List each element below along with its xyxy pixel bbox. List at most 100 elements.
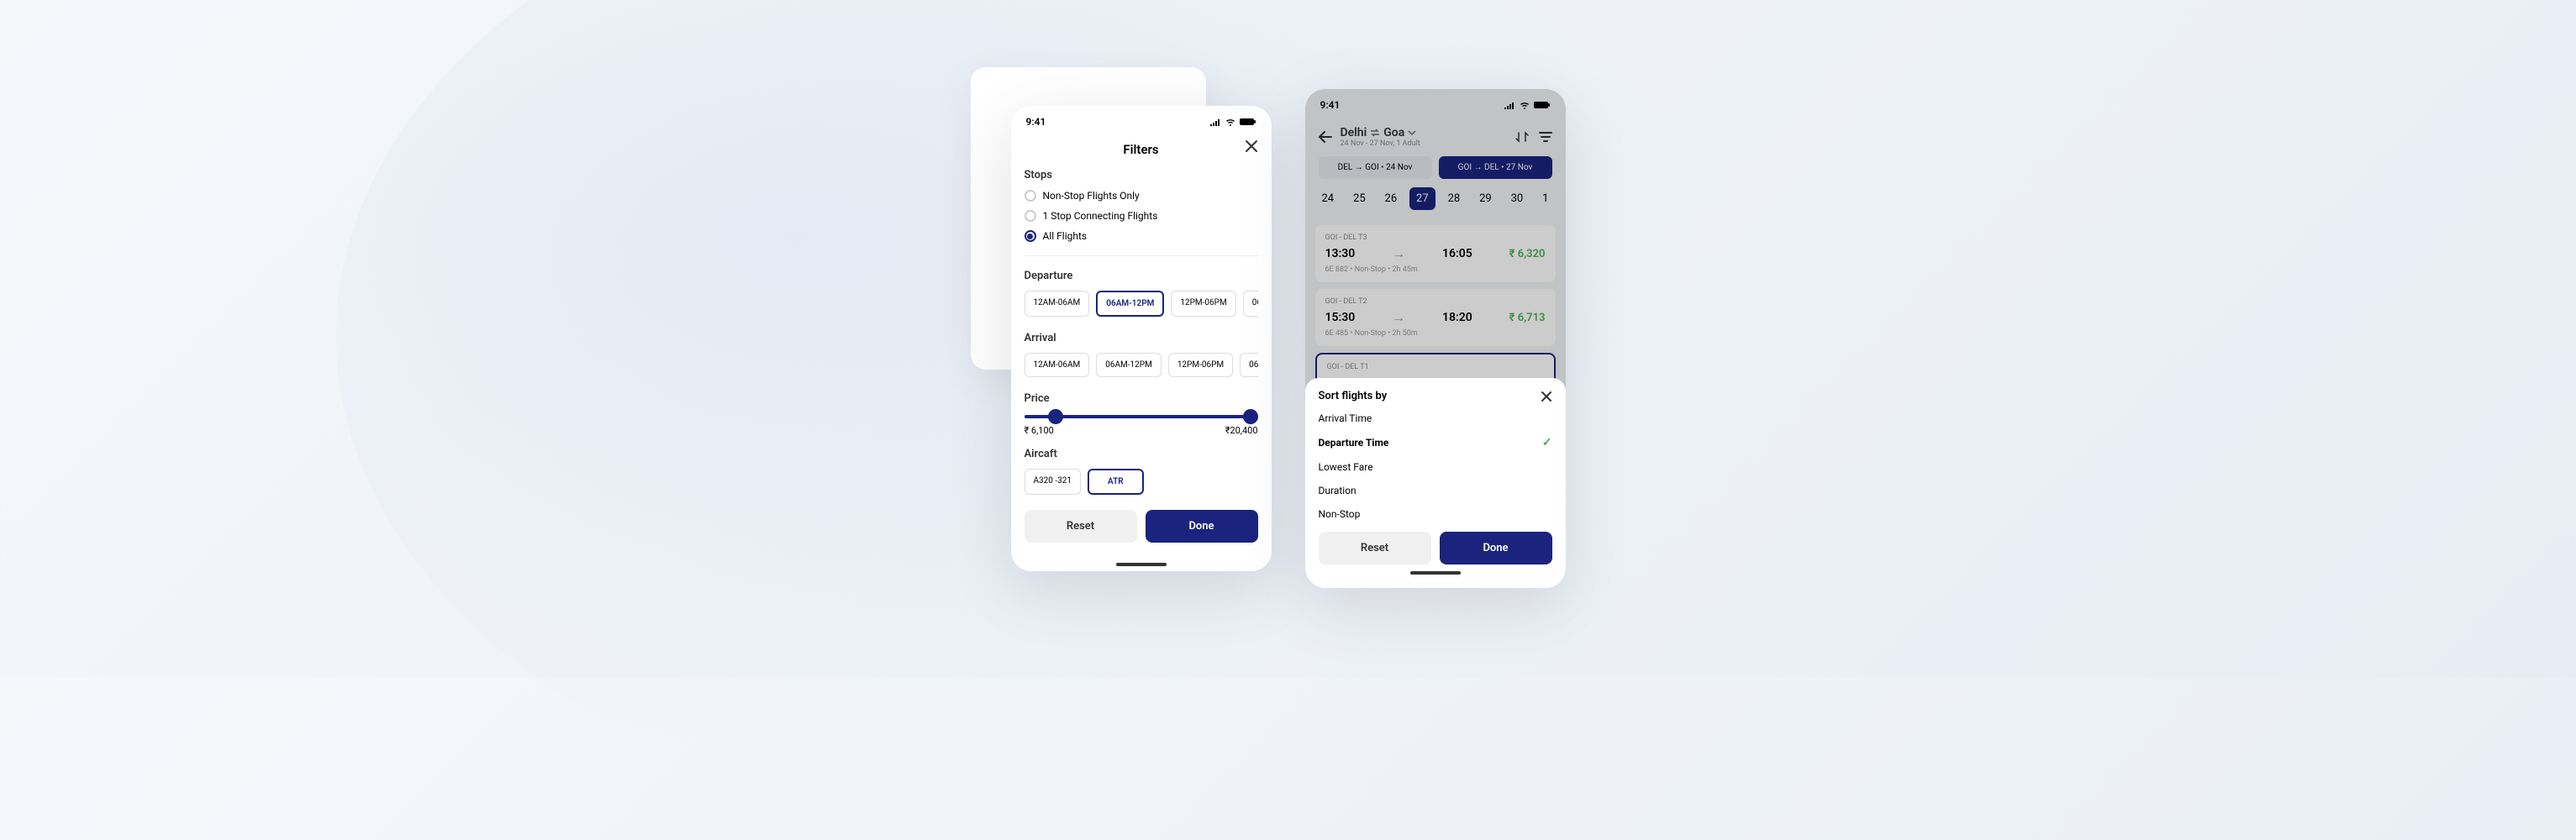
sort-title: Sort flights by (1319, 390, 1388, 402)
sort-buttons: Reset Done (1319, 532, 1552, 564)
slider-thumb-min[interactable] (1048, 409, 1063, 424)
sort-arrival[interactable]: Arrival Time (1319, 412, 1552, 424)
price-title: Price (1025, 392, 1258, 405)
arrival-chips: 12AM-06AM 06AM-12PM 12PM-06PM 06P (1025, 353, 1258, 377)
arrow-icon: → (1392, 309, 1405, 326)
sort-label: Departure Time (1319, 437, 1389, 449)
swap-icon (1370, 129, 1380, 137)
date-24[interactable]: 24 (1315, 187, 1341, 210)
reset-button[interactable]: Reset (1319, 532, 1431, 564)
arr-chip-1[interactable]: 12AM-06AM (1025, 353, 1090, 377)
date-26[interactable]: 26 (1378, 187, 1404, 210)
dep-time: 15:30 (1325, 311, 1356, 324)
close-icon[interactable] (1541, 391, 1552, 402)
radio-icon (1025, 230, 1036, 242)
sort-nonstop[interactable]: Non-Stop (1319, 508, 1552, 520)
sort-sheet: Sort flights by Arrival Time Departure T… (1305, 378, 1566, 588)
date-row: 24 25 26 27 28 29 30 1 (1305, 187, 1566, 218)
arrival-title: Arrival (1025, 332, 1258, 344)
dep-chip-3[interactable]: 12PM-06PM (1171, 291, 1235, 317)
route-info: Delhi Goa 24 Nov - 27 Nov, 1 Adult (1341, 126, 1507, 148)
sort-fare[interactable]: Lowest Fare (1319, 461, 1552, 473)
radio-icon (1025, 190, 1036, 202)
filters-title: Filters (1123, 142, 1158, 157)
close-icon[interactable] (1245, 139, 1258, 153)
flight-meta: 6E 882 • Non-Stop • 2h 45m (1325, 265, 1546, 274)
signal-icon (1504, 101, 1515, 109)
radio-icon (1025, 210, 1036, 222)
dep-chip-4[interactable]: 06P (1243, 291, 1258, 317)
dep-chip-2[interactable]: 06AM-12PM (1096, 291, 1164, 317)
status-time: 9:41 (1320, 99, 1341, 111)
route-tabs: DEL → GOI • 24 Nov GOI → DEL • 27 Nov (1305, 156, 1566, 187)
sort-label: Duration (1319, 485, 1356, 496)
flight-card[interactable]: GOI - DEL T2 15:30 → 18:20 ₹ 6,713 6E 48… (1315, 289, 1556, 346)
aircraft-atr[interactable]: ATR (1088, 469, 1144, 495)
stops-radio-group: Non-Stop Flights Only 1 Stop Connecting … (1025, 190, 1258, 256)
filter-buttons: Reset Done (1025, 510, 1258, 543)
check-icon: ✓ (1542, 436, 1552, 449)
tab-return[interactable]: GOI → DEL • 27 Nov (1439, 156, 1552, 179)
status-icons (1209, 118, 1256, 126)
flight-price: ₹ 6,320 (1509, 248, 1546, 260)
slider-thumb-max[interactable] (1243, 409, 1258, 424)
done-button[interactable]: Done (1146, 510, 1258, 543)
sort-icon[interactable] (1515, 131, 1529, 143)
signal-icon (1209, 118, 1221, 126)
arr-time: 16:05 (1442, 247, 1472, 260)
route-title: Delhi Goa (1341, 126, 1507, 139)
sort-list: Arrival Time Departure Time ✓ Lowest Far… (1319, 412, 1552, 520)
back-icon[interactable] (1319, 131, 1332, 143)
price-slider[interactable] (1025, 415, 1258, 418)
done-button[interactable]: Done (1440, 532, 1552, 564)
flight-route: GOI - DEL T3 (1325, 234, 1546, 242)
date-28[interactable]: 28 (1441, 187, 1467, 210)
date-25[interactable]: 25 (1346, 187, 1372, 210)
route-details: 24 Nov - 27 Nov, 1 Adult (1341, 139, 1507, 148)
status-bar: 9:41 (1305, 89, 1566, 118)
aircraft-chips: A320 -321 ATR (1025, 469, 1258, 495)
arr-time: 18:20 (1442, 311, 1472, 324)
radio-all[interactable]: All Flights (1025, 230, 1258, 242)
battery-icon (1240, 118, 1256, 126)
arr-chip-4[interactable]: 06P (1240, 353, 1257, 377)
flight-route: GOI - DEL T1 (1327, 363, 1544, 371)
aircraft-title: Aircaft (1025, 448, 1258, 460)
status-bar: 9:41 (1011, 106, 1272, 134)
filters-screen: 9:41 Filters Stops Non-Stop Flights Only… (1011, 106, 1272, 571)
battery-icon (1534, 101, 1551, 109)
aircraft-a320[interactable]: A320 -321 (1025, 469, 1082, 495)
flight-price: ₹ 6,713 (1509, 312, 1546, 324)
price-labels: ₹ 6,100 ₹20,400 (1025, 425, 1258, 436)
flight-times: 13:30 → 16:05 ₹ 6,320 (1325, 245, 1546, 262)
price-min: ₹ 6,100 (1025, 425, 1054, 436)
to-city: Goa (1383, 126, 1404, 139)
sort-departure[interactable]: Departure Time ✓ (1319, 436, 1552, 449)
arr-chip-3[interactable]: 12PM-06PM (1168, 353, 1233, 377)
radio-label: Non-Stop Flights Only (1043, 190, 1140, 202)
flight-header: Delhi Goa 24 Nov - 27 Nov, 1 Adult (1305, 118, 1566, 156)
wifi-icon (1225, 118, 1236, 126)
date-29[interactable]: 29 (1472, 187, 1499, 210)
filter-icon[interactable] (1539, 131, 1552, 143)
date-1[interactable]: 1 (1536, 187, 1555, 210)
radio-onestop[interactable]: 1 Stop Connecting Flights (1025, 210, 1258, 222)
radio-nonstop[interactable]: Non-Stop Flights Only (1025, 190, 1258, 202)
chevron-down-icon[interactable] (1408, 130, 1416, 135)
radio-label: All Flights (1043, 230, 1088, 242)
tab-outbound[interactable]: DEL → GOI • 24 Nov (1319, 156, 1432, 179)
dep-time: 13:30 (1325, 247, 1356, 260)
wifi-icon (1519, 101, 1530, 109)
radio-label: 1 Stop Connecting Flights (1043, 210, 1158, 222)
date-27[interactable]: 27 (1409, 187, 1436, 210)
sort-duration[interactable]: Duration (1319, 485, 1552, 496)
flight-card[interactable]: GOI - DEL T3 13:30 → 16:05 ₹ 6,320 6E 88… (1315, 225, 1556, 282)
home-indicator (1410, 571, 1461, 575)
sort-label: Non-Stop (1319, 508, 1361, 520)
reset-button[interactable]: Reset (1025, 510, 1137, 543)
date-30[interactable]: 30 (1504, 187, 1530, 210)
arr-chip-2[interactable]: 06AM-12PM (1096, 353, 1162, 377)
departure-title: Departure (1025, 270, 1258, 282)
dep-chip-1[interactable]: 12AM-06AM (1025, 291, 1090, 317)
departure-chips: 12AM-06AM 06AM-12PM 12PM-06PM 06P (1025, 291, 1258, 317)
